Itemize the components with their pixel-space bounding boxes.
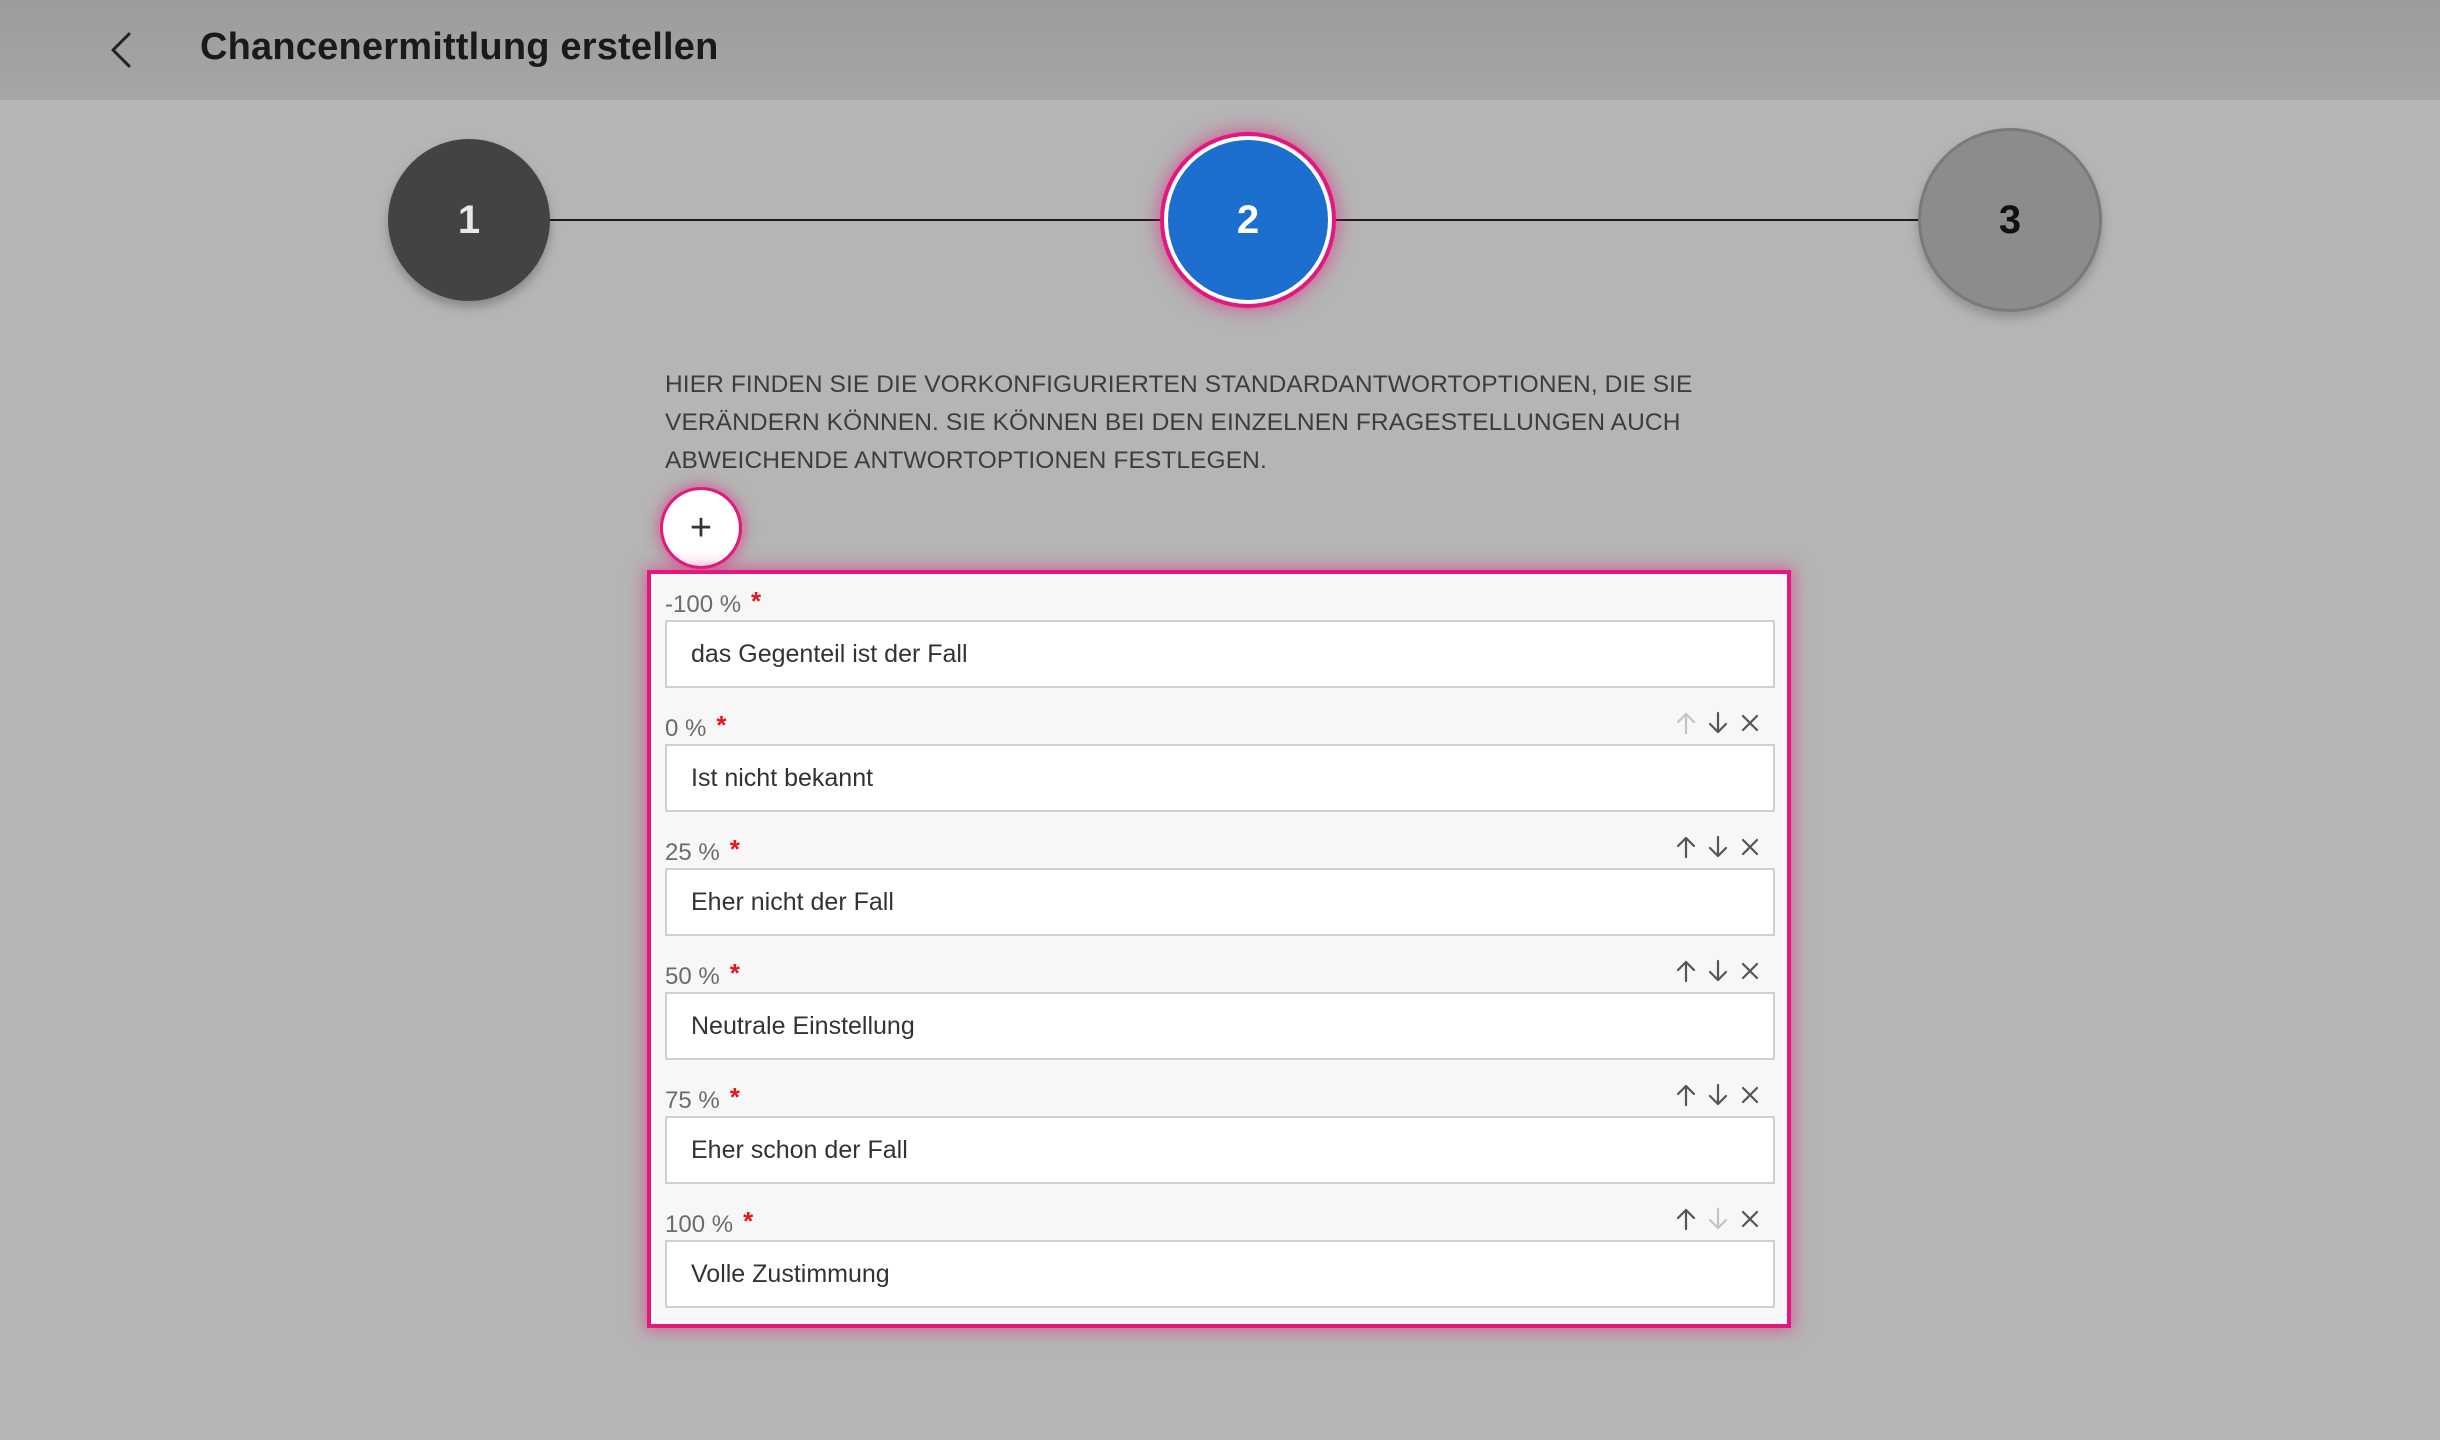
option-percent-text: -100 % bbox=[665, 591, 742, 618]
option-percent-label: 75 % * bbox=[665, 1082, 740, 1115]
answer-option-row: 100 % * bbox=[665, 1196, 1775, 1320]
option-text-input[interactable] bbox=[665, 620, 1775, 688]
arrow-down-icon[interactable] bbox=[1707, 834, 1729, 860]
arrow-down-icon[interactable] bbox=[1707, 1082, 1729, 1108]
option-text-input[interactable] bbox=[665, 992, 1775, 1060]
chevron-left-icon bbox=[111, 32, 131, 68]
required-marker: * bbox=[729, 1082, 740, 1112]
required-marker: * bbox=[743, 1206, 754, 1236]
step-1-label: 1 bbox=[457, 197, 481, 242]
instructions-text: HIER FINDEN SIE DIE VORKONFIGURIERTEN ST… bbox=[665, 371, 1693, 474]
answer-option-row: 75 % * bbox=[665, 1072, 1775, 1196]
option-actions bbox=[1675, 710, 1761, 736]
step-1[interactable]: 1 bbox=[388, 139, 550, 301]
option-percent-label: -100 % * bbox=[665, 586, 761, 619]
close-icon[interactable] bbox=[1739, 834, 1761, 860]
option-actions bbox=[1675, 1082, 1761, 1108]
answer-option-row: 25 % * bbox=[665, 824, 1775, 948]
step-2-active[interactable]: 2 bbox=[1164, 136, 1332, 304]
option-percent-label: 100 % * bbox=[665, 1206, 753, 1239]
answer-option-row: 50 % * bbox=[665, 948, 1775, 1072]
close-icon[interactable] bbox=[1739, 958, 1761, 984]
answer-options-panel: -100 % * 0 % * 25 % * 50 % * 75 % * 100 % * bbox=[651, 574, 1787, 1324]
option-percent-text: 0 % bbox=[665, 715, 707, 742]
app-header: Chancenermittlung erstellen bbox=[0, 0, 2440, 100]
step-2-label: 2 bbox=[1236, 197, 1260, 242]
close-icon[interactable] bbox=[1739, 710, 1761, 736]
arrow-down-icon[interactable] bbox=[1707, 710, 1729, 736]
option-text-input[interactable] bbox=[665, 1240, 1775, 1308]
step-3-label: 3 bbox=[1998, 197, 2022, 242]
close-icon[interactable] bbox=[1739, 1082, 1761, 1108]
option-percent-text: 100 % bbox=[665, 1211, 734, 1238]
arrow-up-icon bbox=[1675, 710, 1697, 736]
plus-icon: + bbox=[689, 507, 713, 549]
option-actions bbox=[1675, 834, 1761, 860]
option-actions bbox=[1675, 1206, 1761, 1232]
required-marker: * bbox=[716, 710, 727, 740]
back-button[interactable] bbox=[95, 22, 151, 78]
arrow-up-icon[interactable] bbox=[1675, 834, 1697, 860]
arrow-down-icon[interactable] bbox=[1707, 958, 1729, 984]
required-marker: * bbox=[729, 958, 740, 988]
page-title: Chancenermittlung erstellen bbox=[200, 26, 719, 68]
option-text-input[interactable] bbox=[665, 744, 1775, 812]
option-percent-text: 75 % bbox=[665, 1087, 720, 1114]
step-3[interactable]: 3 bbox=[1918, 128, 2102, 312]
required-marker: * bbox=[751, 586, 762, 616]
arrow-up-icon[interactable] bbox=[1675, 1082, 1697, 1108]
option-actions bbox=[1675, 958, 1761, 984]
option-percent-text: 25 % bbox=[665, 839, 720, 866]
answer-option-row: 0 % * bbox=[665, 700, 1775, 824]
option-percent-label: 0 % * bbox=[665, 710, 726, 743]
add-option-button[interactable]: + bbox=[663, 490, 739, 566]
close-icon[interactable] bbox=[1739, 1206, 1761, 1232]
arrow-up-icon[interactable] bbox=[1675, 1206, 1697, 1232]
arrow-up-icon[interactable] bbox=[1675, 958, 1697, 984]
option-percent-text: 50 % bbox=[665, 963, 720, 990]
answer-option-row: -100 % * bbox=[665, 576, 1775, 700]
option-text-input[interactable] bbox=[665, 1116, 1775, 1184]
arrow-down-icon bbox=[1707, 1206, 1729, 1232]
option-percent-label: 25 % * bbox=[665, 834, 740, 867]
required-marker: * bbox=[729, 834, 740, 864]
option-text-input[interactable] bbox=[665, 868, 1775, 936]
option-percent-label: 50 % * bbox=[665, 958, 740, 991]
